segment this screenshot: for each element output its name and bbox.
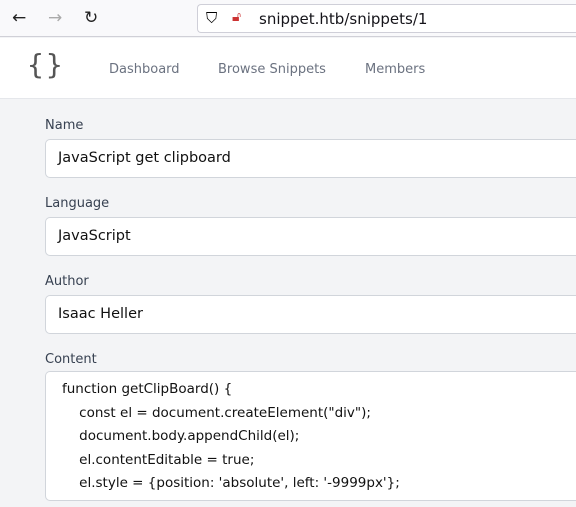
nav-browse-snippets[interactable]: Browse Snippets (218, 62, 326, 77)
code-line: const el = document.createElement("div")… (62, 404, 371, 421)
code-line: document.body.appendChild(el); (62, 428, 300, 444)
language-label: Language (45, 196, 110, 211)
forward-icon[interactable]: → (48, 8, 62, 28)
shield-icon[interactable]: ⛉ (206, 9, 217, 27)
code-line: el.style = {position: 'absolute', left: … (62, 475, 400, 491)
navbar: {} Dashboard Browse Snippets Members (0, 38, 576, 99)
code-line: el.contentEditable = true; (62, 451, 255, 468)
nav-dashboard[interactable]: Dashboard (109, 62, 180, 77)
content-label: Content (45, 352, 97, 367)
name-label: Name (45, 118, 84, 133)
url-text[interactable]: snippet.htb/snippets/1 (259, 10, 427, 28)
code-line: function getClipBoard() { (62, 381, 233, 397)
author-label: Author (45, 274, 89, 289)
author-field[interactable]: Isaac Heller (45, 295, 576, 334)
nav-members[interactable]: Members (365, 62, 425, 77)
logo[interactable]: {} (27, 48, 65, 81)
insecure-lock-icon[interactable]: 🔓︎ (232, 9, 241, 25)
back-icon[interactable]: ← (12, 8, 26, 28)
url-bar[interactable]: ⛉ 🔓︎ snippet.htb/snippets/1 (197, 4, 576, 33)
content-textarea[interactable]: function getClipBoard() { const el = doc… (45, 371, 576, 501)
name-field[interactable]: JavaScript get clipboard (45, 139, 576, 178)
language-field[interactable]: JavaScript (45, 217, 576, 256)
reload-icon[interactable]: ↻ (84, 8, 98, 28)
browser-toolbar: ← → ↻ ⛉ 🔓︎ snippet.htb/snippets/1 (0, 0, 576, 37)
